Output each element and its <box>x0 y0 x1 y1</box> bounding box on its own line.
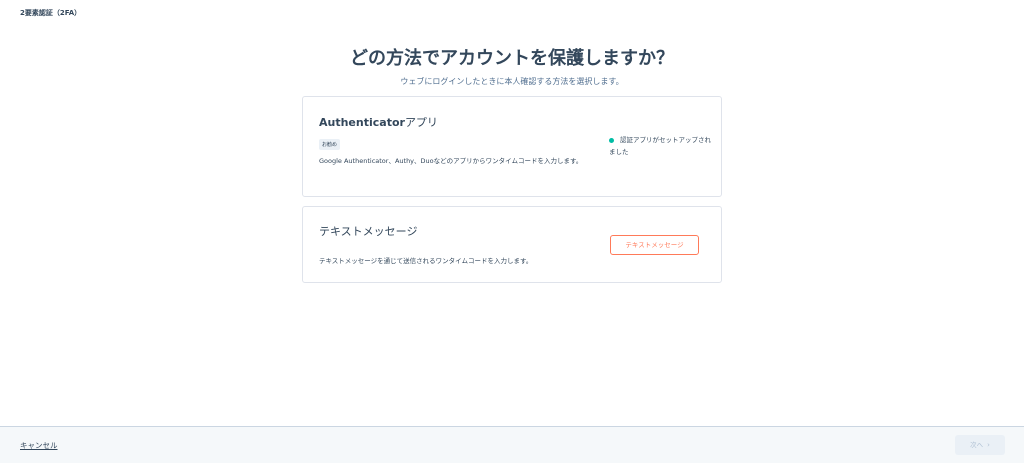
chevron-right-icon: › <box>987 441 990 449</box>
next-button-label: 次へ <box>970 441 984 449</box>
footer-bar: キャンセル 次へ › <box>0 426 1024 463</box>
next-button[interactable]: 次へ › <box>955 435 1005 455</box>
page-title: 2要素認証（2FA） <box>20 9 82 17</box>
authenticator-card-title: Authenticatorアプリ <box>319 114 438 130</box>
main-subheading: ウェブにログインしたときに本人確認する方法を選択します。 <box>400 77 624 86</box>
two-factor-setup-page: 2要素認証（2FA） どの方法でアカウントを保護しますか？ ウェブにログインした… <box>0 0 1024 463</box>
recommended-badge: お勧め <box>319 139 341 150</box>
status-dot-icon <box>609 137 614 143</box>
text-message-card-title: テキストメッセージ <box>319 225 418 238</box>
setup-status-text: 認証アプリがセットアップされました <box>609 136 711 156</box>
authenticator-title-rest: アプリ <box>404 116 438 129</box>
authenticator-app-card[interactable]: Authenticatorアプリ お勧め Google Authenticato… <box>302 96 722 197</box>
authenticator-title-bold: Authenticator <box>319 116 405 129</box>
main-heading: どの方法でアカウントを保護しますか？ <box>350 48 674 69</box>
setup-status: 認証アプリがセットアップされました <box>609 134 713 158</box>
text-message-description: テキストメッセージを通じて送信されるワンタイムコードを入力します。 <box>319 257 533 265</box>
cancel-link[interactable]: キャンセル <box>20 440 58 451</box>
authenticator-description: Google Authenticator、Authy、Duoなどのアプリからワン… <box>319 157 583 165</box>
text-message-button[interactable]: テキストメッセージ <box>610 235 699 255</box>
text-message-card: テキストメッセージ テキストメッセージを通じて送信されるワンタイムコードを入力し… <box>302 206 722 283</box>
